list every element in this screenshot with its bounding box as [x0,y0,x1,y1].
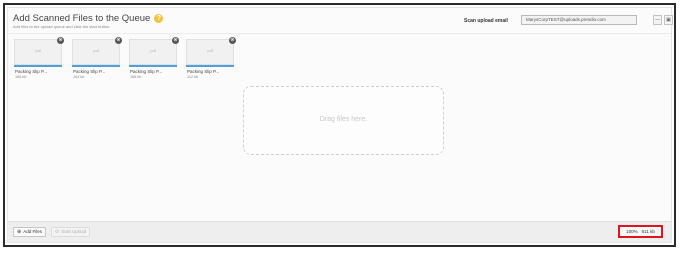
header-divider [8,33,671,34]
add-files-label: Add Files [23,229,42,234]
remove-file-icon[interactable]: ⊗ [115,37,122,44]
start-upload-button[interactable]: ⊙ Start Upload [51,227,91,237]
file-thumbnail: pdf ⊗ [72,37,122,65]
file-name: Packing Slip P... [73,69,106,74]
expand-button[interactable]: ▣ [664,15,673,25]
file-size: 168 kb [130,75,142,79]
start-upload-icon: ⊙ [55,229,60,235]
file-item[interactable]: pdf ⊗ Packing Slip P... 112 kb [186,37,236,83]
file-progress-fill [129,65,177,67]
file-name: Packing Slip P... [187,69,220,74]
drop-zone-text: Drag files here. [319,116,368,123]
file-type-label: pdf [35,48,41,53]
file-thumbnail: pdf ⊗ [129,37,179,65]
file-size: 112 kb [187,75,199,79]
file-type-label: pdf [93,48,99,53]
footer-bar: ⊕ Add Files ⊙ Start Upload 100% 611 kb [8,221,671,242]
upload-status: 100% 611 kb [618,225,663,238]
file-progress-bar [129,65,177,67]
remove-file-icon[interactable]: ⊗ [57,37,64,44]
page-title: Add Scanned Files to the Queue ? [13,13,164,24]
drop-zone[interactable]: Drag files here. [243,86,444,155]
scan-email-field[interactable]: MarysCorpTEST@uploads.prendio.com [521,15,637,25]
file-progress-fill [72,65,120,67]
scan-email-label: Scan upload email [464,18,508,24]
upload-total-size: 611 kb [641,229,655,234]
remove-file-icon[interactable]: ⊗ [172,37,179,44]
minimize-button[interactable]: — [653,15,662,25]
file-name: Packing Slip P... [130,69,163,74]
help-icon[interactable]: ? [154,14,164,23]
remove-file-icon[interactable]: ⊗ [229,37,236,44]
file-type-label: pdf [207,48,213,53]
file-thumbnail: pdf ⊗ [14,37,64,65]
file-item[interactable]: pdf ⊗ Packing Slip P... 164 kb [72,37,122,83]
file-progress-fill [186,65,234,67]
file-progress-fill [14,65,62,67]
file-item[interactable]: pdf ⊗ Packing Slip P... 168 kb [129,37,179,83]
upload-percent: 100% [626,229,638,234]
file-progress-bar [186,65,234,67]
file-thumbnail: pdf ⊗ [186,37,236,65]
file-size: 166 kb [15,75,27,79]
start-upload-label: Start Upload [61,229,87,234]
file-item[interactable]: pdf ⊗ Packing Slip P... 166 kb [14,37,64,83]
uploader-frame: Add Scanned Files to the Queue ? Add fil… [3,3,676,247]
add-icon: ⊕ [17,229,22,235]
page-subtitle: Add files to the upload queue and click … [13,24,111,29]
file-type-label: pdf [150,48,156,53]
file-size: 164 kb [73,75,85,79]
add-files-button[interactable]: ⊕ Add Files [13,227,46,237]
page-title-text: Add Scanned Files to the Queue [13,13,151,24]
file-progress-bar [14,65,62,67]
uploader-panel: Add Scanned Files to the Queue ? Add fil… [7,7,673,243]
file-progress-bar [72,65,120,67]
file-name: Packing Slip P... [15,69,48,74]
